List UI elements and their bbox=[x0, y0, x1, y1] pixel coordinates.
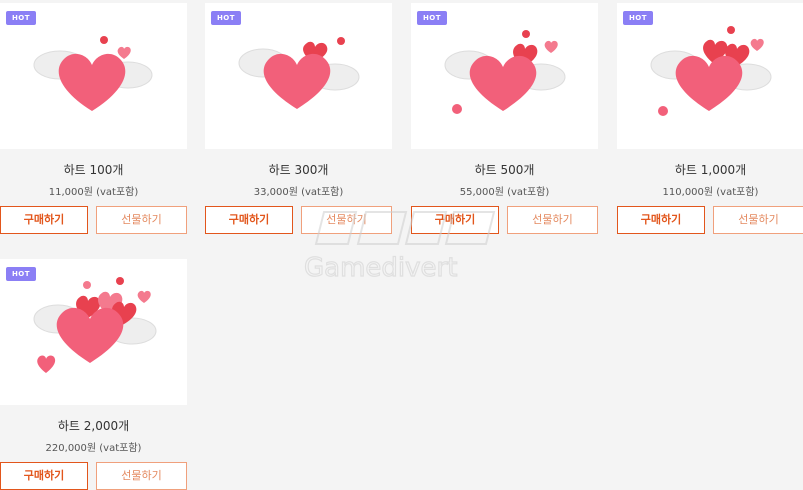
product-title: 하트 2,000개 bbox=[57, 419, 130, 433]
product-price: 11,000원 (vat포함) bbox=[48, 187, 139, 198]
product-title: 하트 1,000개 bbox=[674, 163, 747, 177]
product-grid: HOT 하트 100개 11,000원 (vat포함) 구매하기 선물하기 HO… bbox=[0, 0, 803, 490]
product-price: 110,000원 (vat포함) bbox=[662, 187, 759, 198]
product-title: 하트 300개 bbox=[268, 163, 329, 177]
watermark-text: Gamedivert bbox=[304, 253, 457, 283]
gift-button[interactable]: 선물하기 bbox=[96, 206, 187, 234]
gift-button[interactable]: 선물하기 bbox=[301, 206, 392, 234]
buy-button[interactable]: 구매하기 bbox=[0, 206, 88, 234]
product-price: 55,000원 (vat포함) bbox=[459, 187, 550, 198]
buy-button[interactable]: 구매하기 bbox=[205, 206, 293, 234]
product-card: HOT 하트 500개 55,000원 (vat포함) 구매하기 선물하기 bbox=[411, 3, 598, 243]
product-price: 220,000원 (vat포함) bbox=[45, 443, 142, 454]
product-title: 하트 100개 bbox=[63, 163, 124, 177]
hot-badge: HOT bbox=[211, 11, 241, 25]
hot-badge: HOT bbox=[6, 11, 36, 25]
product-thumbnail[interactable]: HOT bbox=[617, 3, 803, 149]
buy-button[interactable]: 구매하기 bbox=[0, 462, 88, 490]
product-card: HOT 하트 300개 33,000원 (vat포함) 구매하기 선물하기 bbox=[205, 3, 392, 243]
buy-button[interactable]: 구매하기 bbox=[411, 206, 499, 234]
product-title: 하트 500개 bbox=[474, 163, 535, 177]
gift-button[interactable]: 선물하기 bbox=[713, 206, 803, 234]
product-card: HOT 하트 100개 11,000원 (vat포함) 구매하기 선물하기 bbox=[0, 3, 187, 243]
product-thumbnail[interactable]: HOT bbox=[411, 3, 598, 149]
product-thumbnail[interactable]: HOT bbox=[205, 3, 392, 149]
product-card: HOT 하트 2,000개 220,000원 (vat포함) 구매하기 선물하기 bbox=[0, 259, 187, 490]
hot-badge: HOT bbox=[623, 11, 653, 25]
gift-button[interactable]: 선물하기 bbox=[96, 462, 187, 490]
product-card: HOT 하트 1,000개 110,000원 (vat포함) 구매하기 선물하기 bbox=[617, 3, 803, 243]
product-thumbnail[interactable]: HOT bbox=[0, 259, 187, 405]
hot-badge: HOT bbox=[6, 267, 36, 281]
buy-button[interactable]: 구매하기 bbox=[617, 206, 705, 234]
hot-badge: HOT bbox=[417, 11, 447, 25]
product-price: 33,000원 (vat포함) bbox=[253, 187, 344, 198]
gift-button[interactable]: 선물하기 bbox=[507, 206, 598, 234]
product-thumbnail[interactable]: HOT bbox=[0, 3, 187, 149]
